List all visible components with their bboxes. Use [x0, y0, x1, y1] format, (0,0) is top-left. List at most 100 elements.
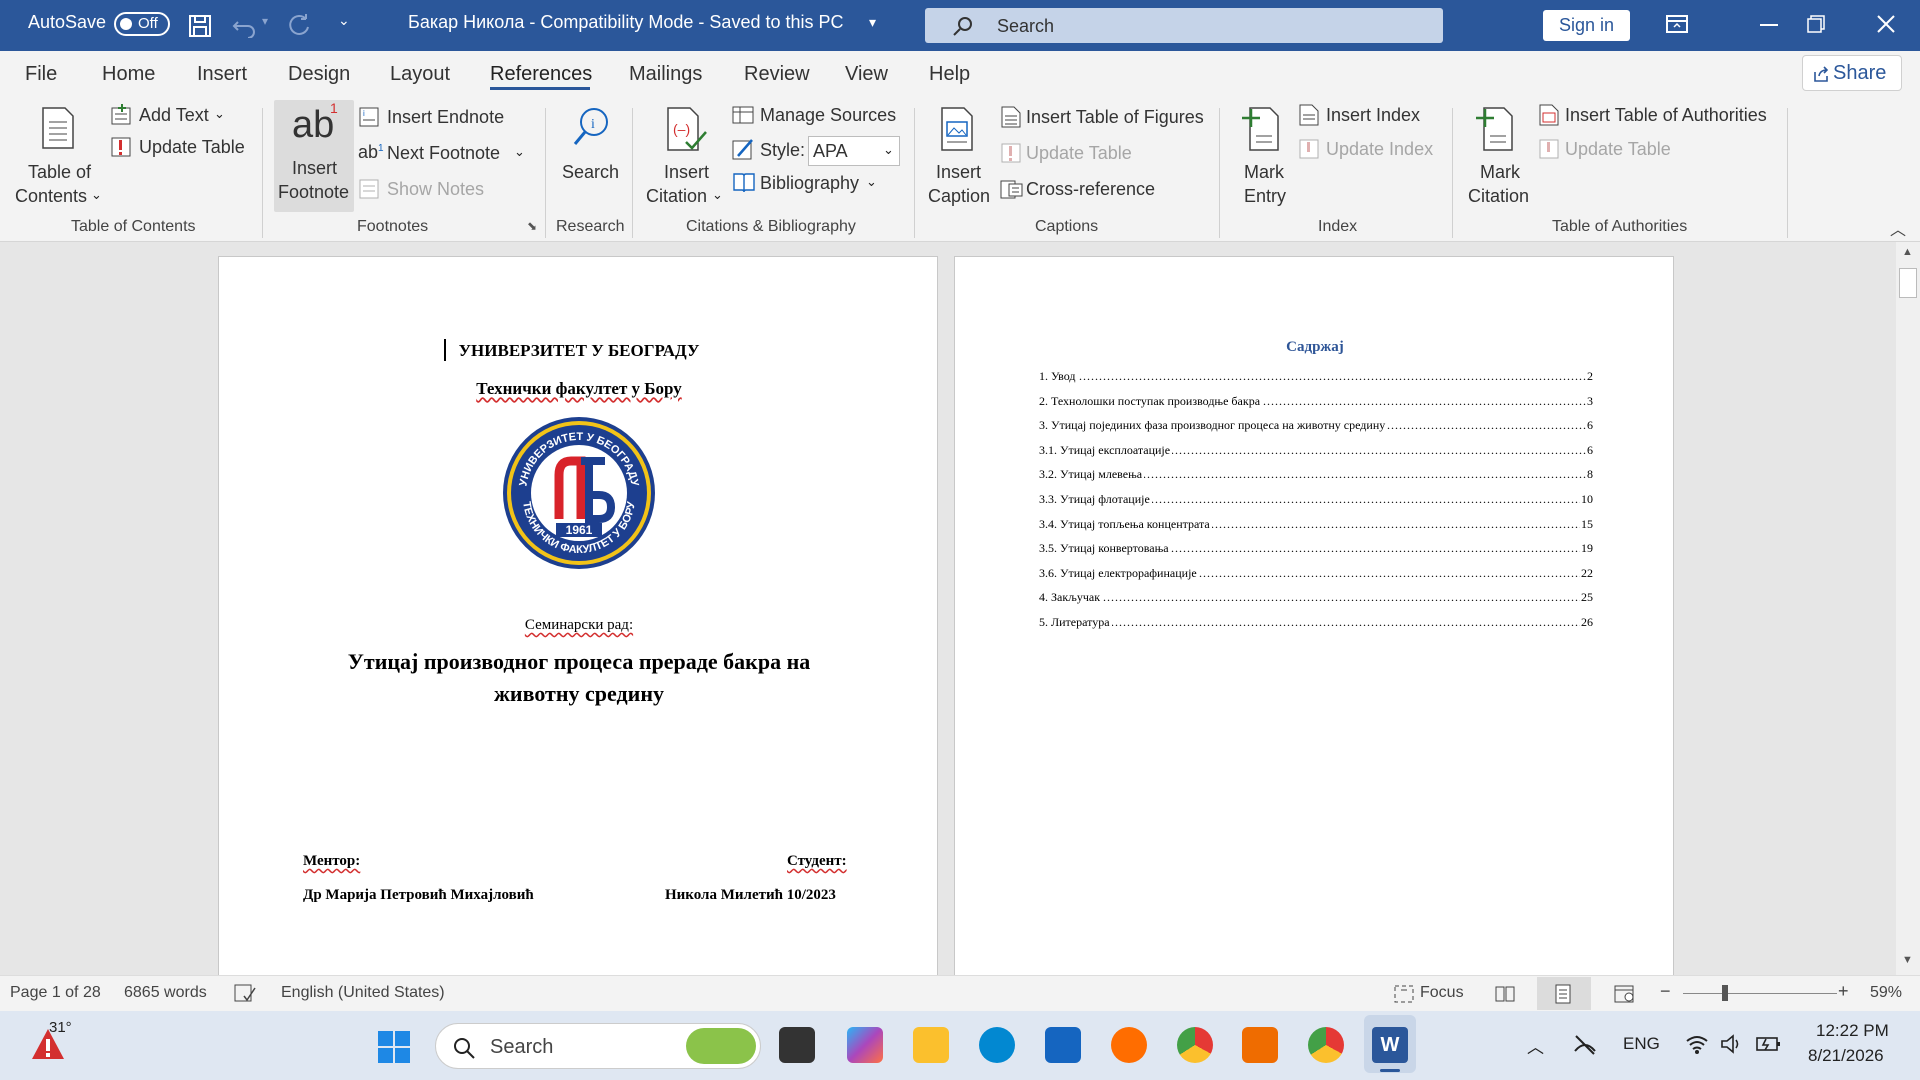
tab-mailings[interactable]: Mailings: [629, 63, 702, 86]
tab-view[interactable]: View: [845, 63, 888, 86]
autosave-toggle[interactable]: Off: [114, 12, 170, 36]
table-of-contents-button[interactable]: Table of Contents ⌄: [8, 104, 112, 214]
ribbon-display-options-icon[interactable]: [1666, 15, 1688, 33]
clock-date[interactable]: 8/21/2026: [1808, 1046, 1884, 1066]
zoom-out-icon[interactable]: −: [1660, 981, 1671, 1002]
read-mode-icon[interactable]: [1494, 984, 1516, 1004]
tab-insert[interactable]: Insert: [197, 63, 247, 86]
tab-references[interactable]: References: [490, 63, 592, 86]
copilot-icon[interactable]: [847, 1027, 883, 1063]
mark-entry-button[interactable]: Mark Entry: [1230, 104, 1294, 216]
sign-in-button[interactable]: Sign in: [1543, 10, 1630, 41]
scrollbar-thumb[interactable]: [1899, 268, 1917, 298]
scroll-up-icon[interactable]: ▲: [1902, 246, 1913, 258]
word-taskbar-button[interactable]: W: [1364, 1015, 1416, 1073]
firefox-icon[interactable]: [1111, 1027, 1147, 1063]
zoom-slider[interactable]: [1683, 993, 1837, 994]
insert-endnote-button[interactable]: i Insert Endnote: [358, 106, 528, 132]
zoom-slider-thumb[interactable]: [1722, 985, 1728, 1001]
restore-icon[interactable]: [1807, 15, 1825, 33]
collapse-ribbon-icon[interactable]: ︿: [1890, 216, 1906, 240]
zoom-level[interactable]: 59%: [1870, 984, 1902, 1002]
volume-icon[interactable]: [1720, 1033, 1744, 1055]
customize-qat-icon[interactable]: ⌄: [338, 12, 350, 29]
tab-review[interactable]: Review: [744, 63, 810, 86]
web-layout-icon[interactable]: [1614, 984, 1636, 1004]
task-view-icon[interactable]: [779, 1027, 815, 1063]
toc-entry[interactable]: ........................................…: [1039, 369, 1593, 389]
toc-entry[interactable]: ........................................…: [1039, 393, 1593, 414]
update-table-toc-button[interactable]: Update Table: [110, 136, 260, 162]
insert-citation-button[interactable]: (–) Insert Citation ⌄: [642, 104, 726, 216]
wifi-icon[interactable]: [1685, 1033, 1709, 1055]
media-player-icon[interactable]: [1242, 1027, 1278, 1063]
show-notes-button[interactable]: Show Notes: [358, 178, 508, 204]
tab-file[interactable]: File: [25, 63, 57, 86]
battery-icon[interactable]: [1756, 1033, 1782, 1055]
zoom-in-icon[interactable]: +: [1838, 981, 1849, 1002]
insert-footnote-button[interactable]: ab 1 Insert Footnote: [274, 100, 354, 212]
manage-sources-button[interactable]: Manage Sources: [732, 104, 902, 130]
toc-entry[interactable]: ........................................…: [1039, 541, 1593, 561]
insert-index-button[interactable]: Insert Index: [1298, 104, 1448, 130]
microsoft-store-icon[interactable]: [1045, 1027, 1081, 1063]
title-search-box[interactable]: Search: [925, 8, 1443, 43]
toc-entry[interactable]: ........................................…: [1039, 492, 1593, 512]
footnotes-dialog-launcher-icon[interactable]: ⬊: [527, 219, 537, 233]
toc-entry[interactable]: ........................................…: [1039, 418, 1593, 438]
style-dropdown[interactable]: APA ⌄: [808, 136, 900, 166]
save-icon[interactable]: [188, 14, 212, 38]
tab-design[interactable]: Design: [288, 63, 350, 86]
toc-entry[interactable]: ........................................…: [1039, 565, 1593, 586]
edge-icon[interactable]: [979, 1027, 1015, 1063]
language-indicator[interactable]: English (United States): [281, 984, 445, 1002]
network-offline-icon[interactable]: [1573, 1033, 1597, 1057]
add-text-button[interactable]: Add Text ⌄: [110, 104, 260, 130]
tab-layout[interactable]: Layout: [390, 63, 450, 86]
undo-dropdown-icon[interactable]: ▾: [262, 14, 268, 28]
proofing-icon[interactable]: [234, 984, 256, 1004]
tab-help[interactable]: Help: [929, 63, 970, 86]
input-language[interactable]: ENG: [1623, 1034, 1660, 1054]
focus-icon[interactable]: [1393, 984, 1415, 1004]
toc-entry[interactable]: ........................................…: [1039, 467, 1593, 487]
page-table-of-contents[interactable]: Садржај ................................…: [954, 256, 1674, 975]
scroll-down-icon[interactable]: ▼: [1902, 954, 1913, 966]
page-cover[interactable]: УНИВЕРЗИТЕТ У БЕОГРАДУ Технички факултет…: [218, 256, 938, 975]
redo-icon[interactable]: [286, 13, 312, 39]
update-index-button[interactable]: Update Index: [1298, 138, 1448, 164]
file-explorer-icon[interactable]: [913, 1027, 949, 1063]
next-footnote-button[interactable]: ab1 Next Footnote ⌄: [358, 142, 528, 168]
title-dropdown-icon[interactable]: ▾: [869, 14, 876, 31]
toc-entry[interactable]: ........................................…: [1039, 615, 1593, 635]
search-research-button[interactable]: i Search: [556, 104, 624, 214]
document-area[interactable]: УНИВЕРЗИТЕТ У БЕОГРАДУ Технички факултет…: [0, 242, 1896, 975]
focus-label[interactable]: Focus: [1420, 984, 1464, 1002]
cross-reference-button[interactable]: Cross-reference: [1000, 178, 1170, 204]
taskbar-search-box[interactable]: Search: [435, 1023, 761, 1069]
insert-caption-button[interactable]: Insert Caption: [926, 104, 992, 216]
show-hidden-icons-icon[interactable]: ︿: [1527, 1033, 1544, 1058]
vertical-scrollbar[interactable]: ▲ ▼: [1896, 242, 1920, 975]
insert-table-of-figures-button[interactable]: Insert Table of Figures: [1000, 106, 1210, 132]
insert-table-of-authorities-button[interactable]: Insert Table of Authorities: [1538, 104, 1788, 130]
page-count[interactable]: Page 1 of 28: [10, 984, 101, 1002]
windows-start-icon[interactable]: [378, 1031, 410, 1063]
toc-entry[interactable]: ........................................…: [1039, 516, 1593, 537]
clock-time[interactable]: 12:22 PM: [1816, 1021, 1889, 1041]
chrome-profile-icon[interactable]: [1308, 1027, 1344, 1063]
citation-style-select[interactable]: Style: APA ⌄: [732, 136, 902, 166]
toc-entry[interactable]: ........................................…: [1039, 442, 1593, 463]
word-count[interactable]: 6865 words: [124, 984, 207, 1002]
chrome-icon[interactable]: [1177, 1027, 1213, 1063]
update-table-authorities-button[interactable]: Update Table: [1538, 138, 1708, 164]
share-button[interactable]: Share: [1802, 55, 1902, 91]
undo-icon[interactable]: [232, 14, 258, 38]
print-layout-button[interactable]: [1537, 977, 1591, 1010]
update-table-captions-button[interactable]: Update Table: [1000, 142, 1170, 168]
close-icon[interactable]: [1877, 15, 1895, 33]
toc-entry[interactable]: ........................................…: [1039, 590, 1593, 610]
mark-citation-button[interactable]: Mark Citation: [1462, 104, 1542, 216]
bibliography-button[interactable]: Bibliography ⌄: [732, 172, 902, 198]
tab-home[interactable]: Home: [102, 63, 155, 86]
